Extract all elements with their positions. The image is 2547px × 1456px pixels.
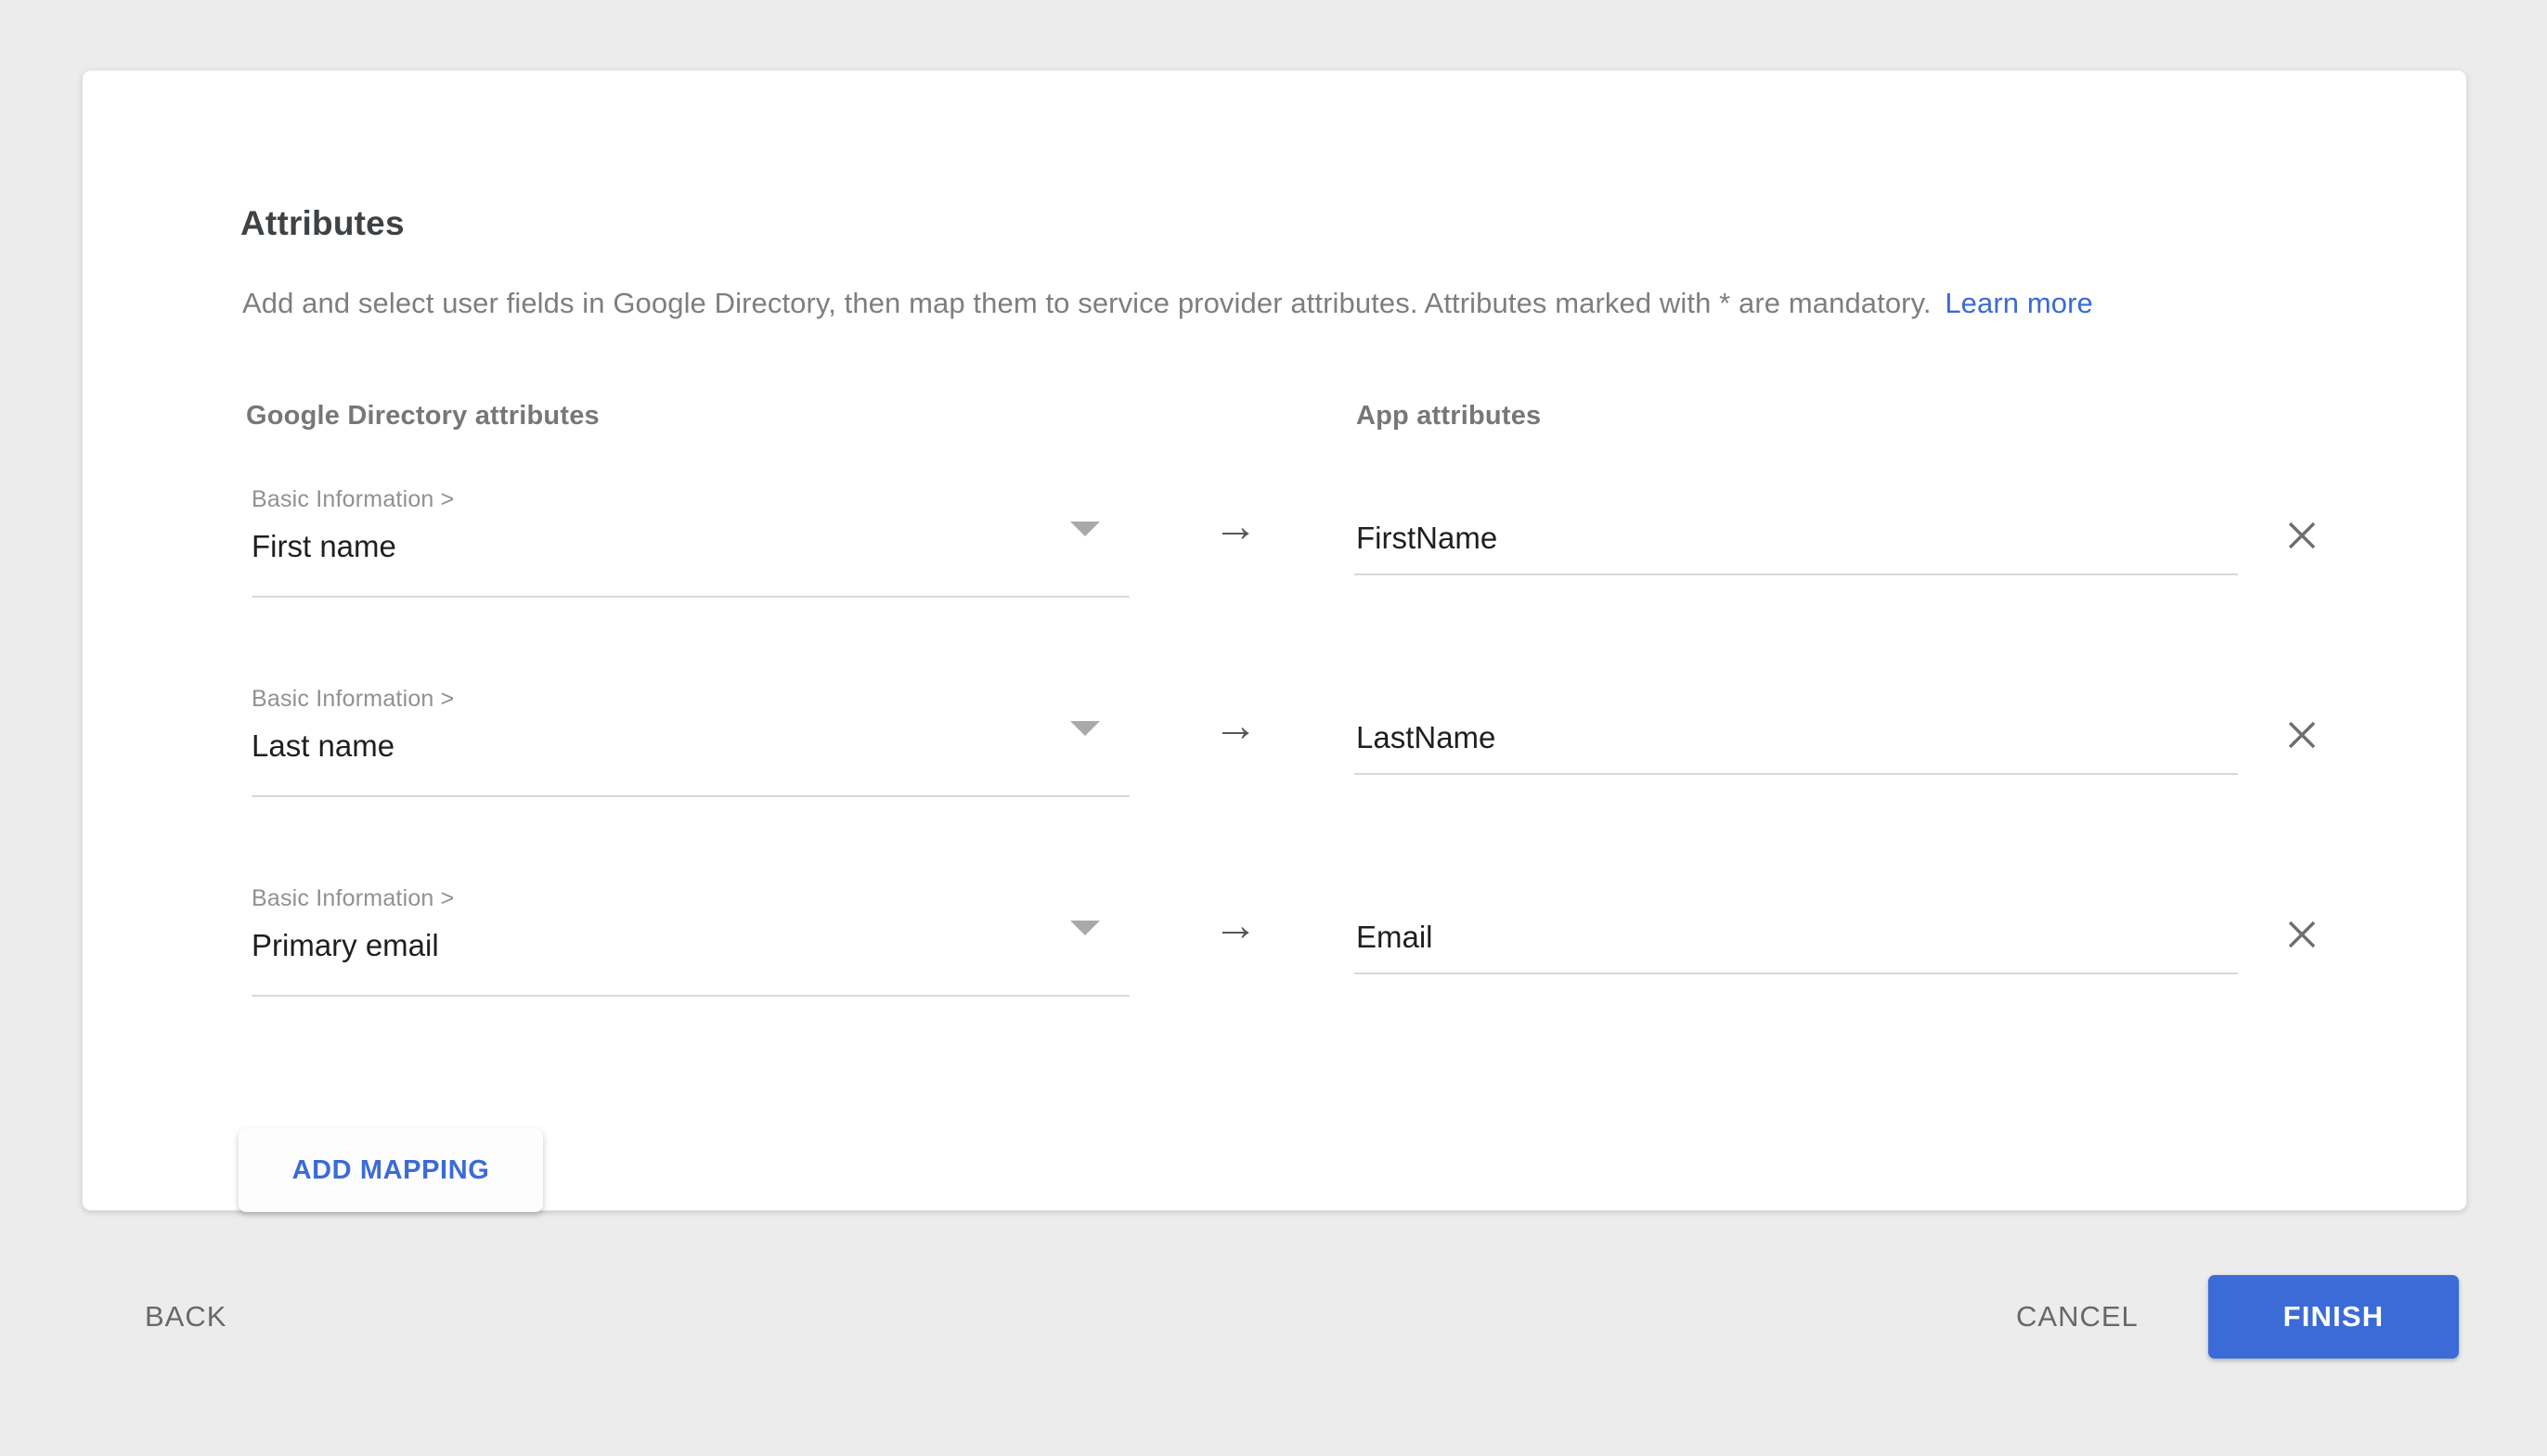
google-attribute-value: First name — [252, 529, 396, 564]
dropdown-underline — [252, 995, 1130, 997]
app-attributes-column-header: App attributes — [1356, 401, 1541, 432]
mapping-arrow-icon: → — [1213, 505, 1258, 549]
description-body: Add and select user fields in Google Dir… — [242, 287, 1932, 319]
dropdown-underline — [252, 795, 1130, 797]
attribute-category-label: Basic Information > — [252, 486, 455, 513]
close-icon — [2284, 717, 2320, 753]
dropdown-arrow-icon[interactable] — [1070, 721, 1100, 736]
attribute-mapping-screen: Attributes Add and select user fields in… — [0, 0, 2547, 1456]
finish-button[interactable]: FINISH — [2208, 1275, 2459, 1359]
google-attribute-dropdown[interactable]: Basic Information > Primary email — [252, 883, 1130, 1000]
app-attribute-input[interactable] — [1354, 715, 2238, 775]
close-icon — [2284, 518, 2320, 553]
back-button[interactable]: BACK — [139, 1294, 232, 1340]
mapping-arrow-icon: → — [1213, 704, 1258, 749]
mapping-row: Basic Information > First name → — [83, 488, 2468, 688]
add-mapping-button[interactable]: ADD MAPPING — [239, 1128, 543, 1212]
google-attribute-dropdown[interactable]: Basic Information > First name — [252, 484, 1130, 601]
cancel-button[interactable]: CANCEL — [2010, 1294, 2144, 1340]
attributes-card: Attributes Add and select user fields in… — [82, 70, 2467, 1211]
learn-more-link[interactable]: Learn more — [1945, 287, 2093, 319]
dropdown-underline — [252, 596, 1130, 598]
close-icon — [2284, 917, 2320, 952]
google-attribute-value: Primary email — [252, 928, 439, 963]
mapping-arrow-icon: → — [1213, 904, 1258, 948]
mapping-row: Basic Information > Last name → — [83, 688, 2468, 887]
description-text: Add and select user fields in Google Dir… — [242, 287, 2433, 320]
google-directory-column-header: Google Directory attributes — [246, 401, 600, 432]
app-attribute-input[interactable] — [1354, 516, 2238, 575]
remove-mapping-button[interactable] — [2281, 514, 2323, 557]
remove-mapping-button[interactable] — [2281, 714, 2323, 756]
attribute-category-label: Basic Information > — [252, 885, 455, 912]
page-title: Attributes — [240, 204, 405, 243]
dropdown-arrow-icon[interactable] — [1070, 921, 1100, 935]
attribute-category-label: Basic Information > — [252, 686, 455, 713]
google-attribute-dropdown[interactable]: Basic Information > Last name — [252, 684, 1130, 801]
mapping-row: Basic Information > Primary email → — [83, 887, 2468, 1087]
remove-mapping-button[interactable] — [2281, 913, 2323, 956]
app-attribute-input[interactable] — [1354, 915, 2238, 974]
google-attribute-value: Last name — [252, 728, 394, 764]
dropdown-arrow-icon[interactable] — [1070, 522, 1100, 536]
